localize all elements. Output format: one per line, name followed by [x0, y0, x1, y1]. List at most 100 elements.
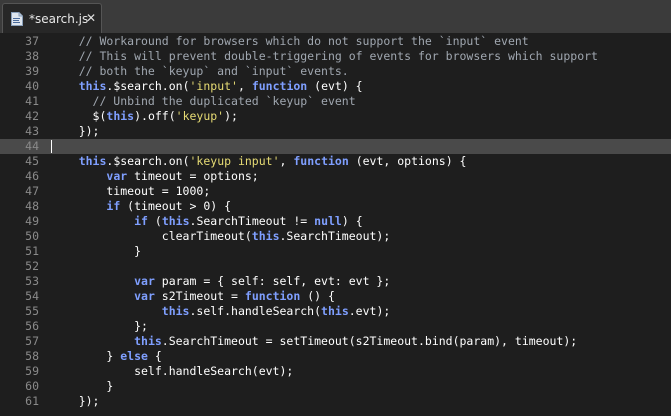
code-token: .$search.on(	[106, 79, 190, 93]
code-line[interactable]: 53 var param = { self: self, evt: evt };	[0, 274, 671, 289]
code-token: function	[251, 79, 308, 93]
line-number: 38	[25, 49, 39, 63]
code-text: if (this.SearchTimeout != null) {	[51, 214, 363, 229]
line-number: 54	[25, 289, 39, 303]
close-icon[interactable]: ✕	[85, 11, 97, 25]
code-line[interactable]: 52	[0, 259, 671, 274]
line-number: 43	[25, 124, 39, 138]
line-number: 45	[25, 154, 39, 168]
code-token: (timeout > 0) {	[120, 199, 232, 213]
code-line[interactable]: 43 });	[0, 124, 671, 139]
code-line[interactable]: 57 this.SearchTimeout = setTimeout(s2Tim…	[0, 334, 671, 349]
code-token: 'keyup'	[175, 109, 225, 123]
code-token: this	[106, 109, 135, 123]
code-line[interactable]: 61 });	[0, 394, 671, 409]
code-line[interactable]: 58 } else {	[0, 349, 671, 364]
code-line[interactable]: 48 if (timeout > 0) {	[0, 199, 671, 214]
code-token: function	[244, 289, 301, 303]
line-number: 60	[25, 379, 39, 393]
line-number: 47	[25, 184, 39, 198]
code-line[interactable]: 42 $(this).off('keyup');	[0, 109, 671, 124]
code-token: {	[147, 349, 162, 363]
tab-title: *search.js	[29, 12, 89, 26]
code-text: var param = { self: self, evt: evt };	[51, 274, 390, 289]
code-text: // This will prevent double-triggering o…	[51, 49, 598, 64]
code-token: var	[106, 169, 128, 183]
code-token: 'input'	[189, 79, 238, 93]
code-editor[interactable]: 37 // Workaround for browsers which do n…	[0, 33, 671, 416]
code-token: this	[78, 154, 107, 168]
code-text: var s2Timeout = function () {	[51, 289, 335, 304]
line-number: 55	[25, 304, 39, 318]
code-token: timeout = options;	[127, 169, 259, 183]
code-token: (evt, options) {	[348, 154, 467, 168]
code-token: this	[251, 229, 280, 243]
line-number: 42	[25, 109, 39, 123]
code-line[interactable]: 49 if (this.SearchTimeout != null) {	[0, 214, 671, 229]
tab-search-js[interactable]: *search.js ✕	[2, 3, 102, 33]
line-number: 44	[25, 139, 39, 153]
code-text: };	[51, 319, 148, 334]
current-code-line[interactable]: 44	[0, 139, 671, 154]
code-token: (	[147, 214, 162, 228]
line-number: 51	[25, 244, 39, 258]
code-text: this.self.handleSearch(this.evt);	[51, 304, 391, 319]
code-text: }	[51, 244, 141, 259]
code-line[interactable]: 47 timeout = 1000;	[0, 184, 671, 199]
code-token: var	[134, 274, 155, 288]
code-line[interactable]: 40 this.$search.on('input', function (ev…	[0, 79, 671, 94]
code-line[interactable]: 39 // both the `keyup` and `input` event…	[0, 64, 671, 79]
code-line[interactable]: 54 var s2Timeout = function () {	[0, 289, 671, 304]
code-token: // Workaround for browsers which do not …	[51, 34, 529, 48]
code-token: else	[120, 349, 148, 363]
code-line[interactable]: 50 clearTimeout(this.SearchTimeout);	[0, 229, 671, 244]
code-token: .SearchTimeout);	[279, 229, 391, 243]
code-line[interactable]: 37 // Workaround for browsers which do n…	[0, 34, 671, 49]
code-line[interactable]: 59 self.handleSearch(evt);	[0, 364, 671, 379]
code-token: (evt) {	[307, 79, 363, 93]
line-number: 48	[25, 199, 39, 213]
code-line[interactable]: 60 }	[0, 379, 671, 394]
code-token: () {	[300, 289, 335, 303]
code-token: self.handleSearch(evt);	[51, 364, 294, 378]
code-token: param = { self: self, evt: evt };	[154, 274, 391, 288]
code-token: });	[51, 394, 100, 408]
code-token: .self.handleSearch(	[189, 304, 322, 318]
code-text: // Unbind the duplicated `keyup` event	[51, 94, 356, 109]
line-number: 39	[25, 64, 39, 78]
code-token: // Unbind the duplicated `keyup` event	[51, 94, 356, 108]
code-text: timeout = 1000;	[51, 184, 210, 199]
line-number: 50	[25, 229, 39, 243]
line-number: 37	[25, 34, 39, 48]
code-token: ) {	[341, 214, 363, 228]
code-line[interactable]: 56 };	[0, 319, 671, 334]
code-token: // both the `keyup` and `input` events.	[51, 64, 349, 78]
code-line[interactable]: 51 }	[0, 244, 671, 259]
code-token: .SearchTimeout !=	[189, 214, 315, 228]
code-line[interactable]: 45 this.$search.on('keyup input', functi…	[0, 154, 671, 169]
code-line[interactable]: 55 this.self.handleSearch(this.evt);	[0, 304, 671, 319]
code-text: }	[51, 379, 113, 394]
code-text: self.handleSearch(evt);	[51, 364, 293, 379]
code-token: if	[106, 199, 121, 213]
code-token: 'keyup input'	[189, 154, 280, 168]
code-token: this	[161, 214, 190, 228]
line-number: 41	[25, 94, 39, 108]
line-number: 58	[25, 349, 39, 363]
code-text: // Workaround for browsers which do not …	[51, 34, 529, 49]
code-text: // both the `keyup` and `input` events.	[51, 64, 349, 79]
code-token: // This will prevent double-triggering o…	[51, 49, 598, 63]
line-number: 49	[25, 214, 39, 228]
code-text: var timeout = options;	[51, 169, 259, 184]
code-token: this	[321, 304, 349, 318]
code-token: $(	[51, 109, 107, 123]
code-token: });	[51, 124, 100, 138]
code-line[interactable]: 38 // This will prevent double-triggerin…	[0, 49, 671, 64]
code-line[interactable]: 41 // Unbind the duplicated `keyup` even…	[0, 94, 671, 109]
code-token: }	[51, 349, 121, 363]
code-line[interactable]: 46 var timeout = options;	[0, 169, 671, 184]
code-token: s2Timeout =	[154, 289, 245, 303]
